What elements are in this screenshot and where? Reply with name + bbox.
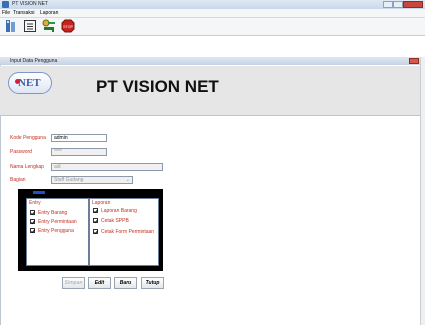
company-name: PT VISION NET <box>96 77 219 96</box>
stop-icon[interactable]: STOP <box>61 19 75 33</box>
baru-button[interactable]: Baru <box>114 277 137 289</box>
menu-laporan[interactable]: Laporan <box>40 10 58 16</box>
svg-text:STOP: STOP <box>63 25 73 29</box>
menu-transaksi[interactable]: Transaksi <box>13 10 35 16</box>
minimize-button[interactable] <box>383 1 393 8</box>
users-icon[interactable] <box>4 19 18 33</box>
kode-label: Kode Pengguna <box>10 135 46 141</box>
keys-icon[interactable] <box>42 19 56 33</box>
company-logo: NET <box>8 72 52 94</box>
bagian-label: Bagian <box>10 177 26 183</box>
checkbox-box[interactable] <box>93 218 98 223</box>
checkbox-box[interactable] <box>93 208 98 213</box>
edit-button[interactable]: Edit <box>88 277 111 289</box>
simpan-button[interactable]: Simpan <box>62 277 85 289</box>
password-label: Password <box>10 149 32 155</box>
menu-bar: File Transaksi Laporan <box>0 9 425 18</box>
maximize-button[interactable] <box>393 1 403 8</box>
menu-file[interactable]: File <box>2 10 10 16</box>
laporan-group: Laporan Laporan Barang Cetak SPPB Cetak … <box>89 198 159 266</box>
app-title: PT VISION NET <box>12 1 49 7</box>
close-button[interactable] <box>403 1 423 8</box>
password-input[interactable]: **** <box>51 148 107 156</box>
nama-label: Nama Lengkap <box>10 164 44 170</box>
toolbar: STOP <box>0 18 425 36</box>
tutup-button[interactable]: Tutup <box>141 277 164 289</box>
child-title-bar: Input Data Pengguna <box>0 57 420 65</box>
app-title-bar: PT VISION NET <box>0 0 425 9</box>
kode-input[interactable]: admin <box>51 134 107 142</box>
checkbox-box[interactable] <box>30 219 35 224</box>
entry-group-title: Entry <box>29 200 41 206</box>
chevron-down-icon[interactable]: ⌄ <box>126 177 130 183</box>
document-icon[interactable] <box>23 19 37 33</box>
child-close-button[interactable] <box>409 58 419 64</box>
app-icon <box>2 1 9 8</box>
bagian-value: Staff Gudang <box>54 177 84 183</box>
laporan-group-title: Laporan <box>92 200 111 206</box>
child-title: Input Data Pengguna <box>10 58 58 64</box>
checkbox-box[interactable] <box>93 229 98 234</box>
checkbox-box[interactable] <box>30 228 35 233</box>
nama-input[interactable]: adi <box>51 163 163 171</box>
permissions-tab-indicator <box>33 191 45 194</box>
window-controls <box>383 1 423 8</box>
checkbox-box[interactable] <box>30 210 35 215</box>
right-scrollbar[interactable] <box>420 57 425 325</box>
entry-group: Entry Entry Barang Entry Permintaan Entr… <box>26 198 89 266</box>
logo-text: NET <box>18 77 41 89</box>
bagian-select[interactable]: Staff Gudang ⌄ <box>51 176 133 184</box>
